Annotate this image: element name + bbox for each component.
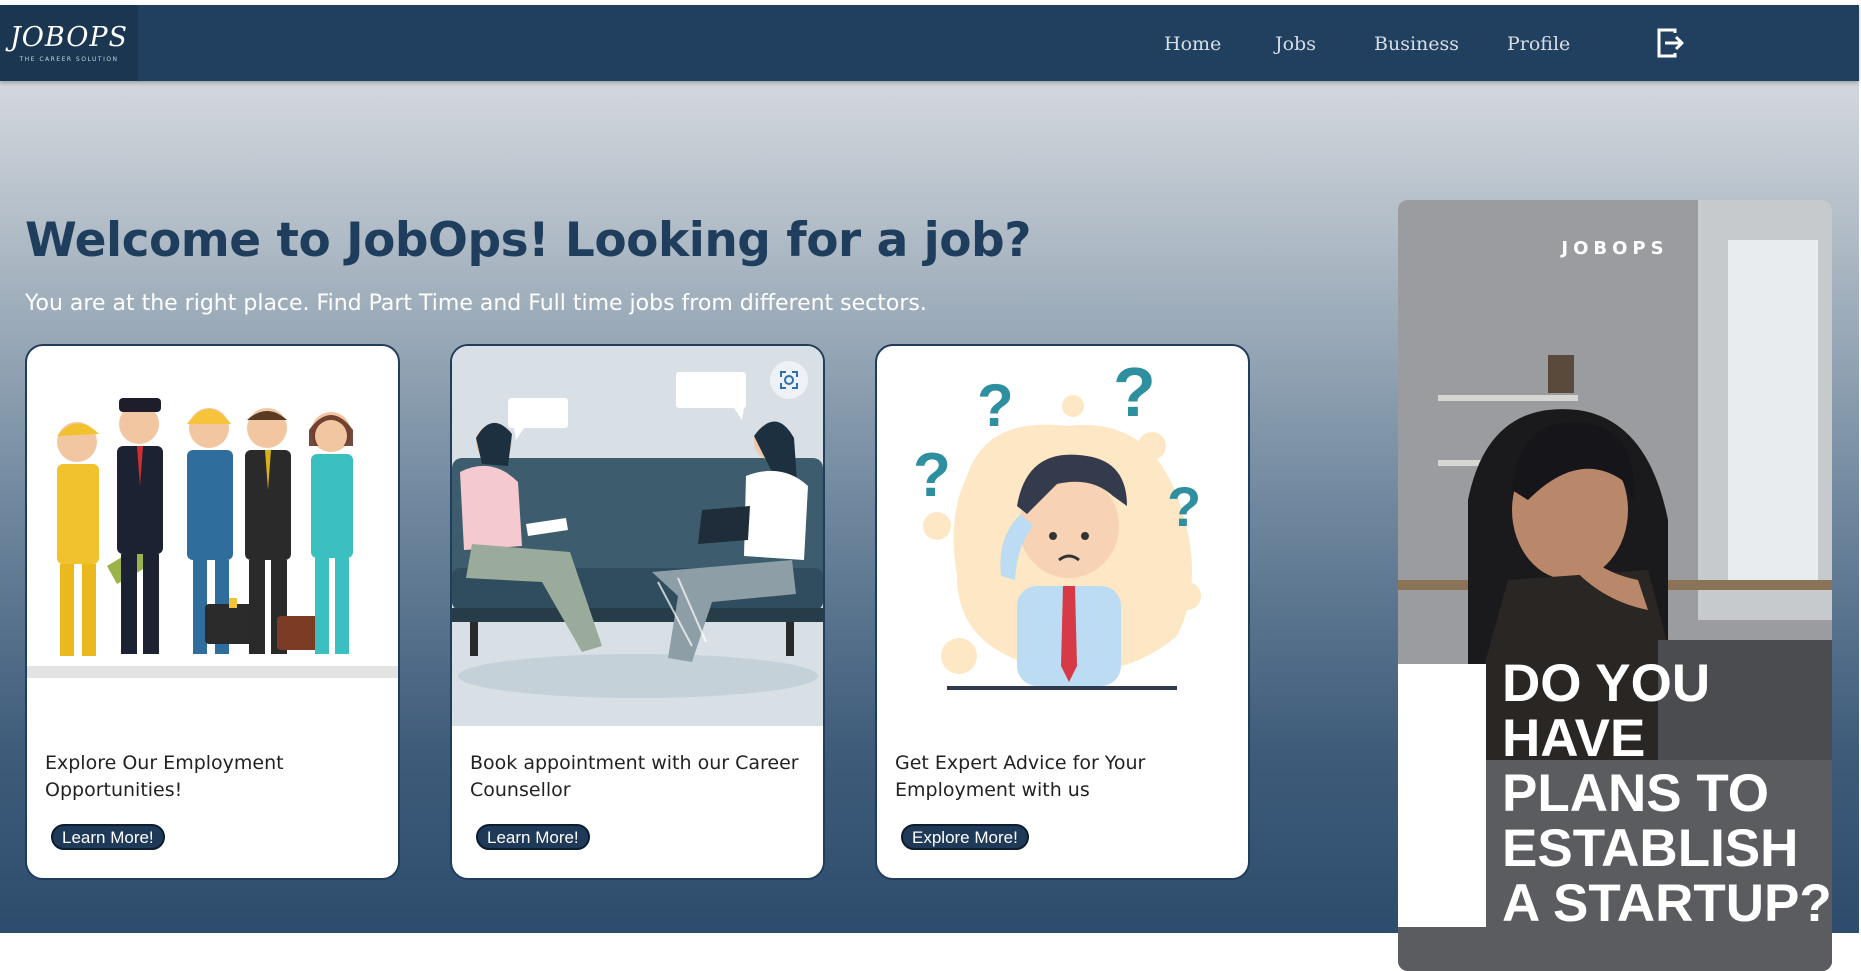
card-expert-advice: ? ? ? ? Get Expert Advice for Your Emplo… — [875, 344, 1250, 880]
confused-person-illustration: ? ? ? ? — [877, 346, 1248, 726]
nav-home[interactable]: Home — [1164, 33, 1221, 55]
svg-text:?: ? — [1167, 475, 1201, 538]
card-employment-text: Explore Our Employment Opportunities! — [45, 752, 284, 801]
logo-text: JOBOPS — [9, 22, 129, 53]
nav-business[interactable]: Business — [1374, 33, 1459, 55]
learn-more-button[interactable]: Learn More! — [476, 824, 590, 850]
svg-text:?: ? — [1113, 353, 1156, 431]
card-employment: Explore Our Employment Opportunities! Le… — [25, 344, 400, 880]
svg-text:?: ? — [913, 441, 951, 510]
hero-section: Welcome to JobOps! Looking for a job? Yo… — [0, 81, 1859, 971]
card-expert-advice-text: Get Expert Advice for Your Employment wi… — [895, 752, 1146, 801]
nav-profile[interactable]: Profile — [1507, 33, 1570, 55]
card-counsellor: Book appointment with our Career Counsel… — [450, 344, 825, 880]
explore-more-button[interactable]: Explore More! — [901, 824, 1029, 850]
logout-icon[interactable] — [1655, 27, 1685, 59]
card-counsellor-text: Book appointment with our Career Counsel… — [470, 752, 799, 801]
hero-subtitle: You are at the right place. Find Part Ti… — [25, 291, 927, 316]
logo[interactable]: JOBOPS THE CAREER SOLUTION — [0, 5, 138, 81]
startup-ad-banner[interactable]: JOBOPS DO YOU HAVE PLANS TO ESTABLISH A … — [1398, 200, 1832, 971]
ad-brand: JOBOPS — [1561, 238, 1669, 259]
navbar: JOBOPS THE CAREER SOLUTION Home Jobs Bus… — [0, 5, 1859, 81]
nav-jobs[interactable]: Jobs — [1275, 33, 1316, 55]
workers-illustration — [27, 346, 398, 726]
visual-search-button[interactable] — [770, 361, 808, 399]
svg-text:?: ? — [977, 372, 1014, 439]
counselling-illustration — [452, 346, 823, 726]
learn-more-button[interactable]: Learn More! — [51, 824, 165, 850]
logo-tagline: THE CAREER SOLUTION — [19, 56, 119, 63]
ad-accent-bar — [1398, 664, 1486, 927]
hero-title: Welcome to JobOps! Looking for a job? — [25, 213, 1031, 268]
ad-headline: DO YOU HAVE PLANS TO ESTABLISH A STARTUP… — [1502, 654, 1832, 933]
